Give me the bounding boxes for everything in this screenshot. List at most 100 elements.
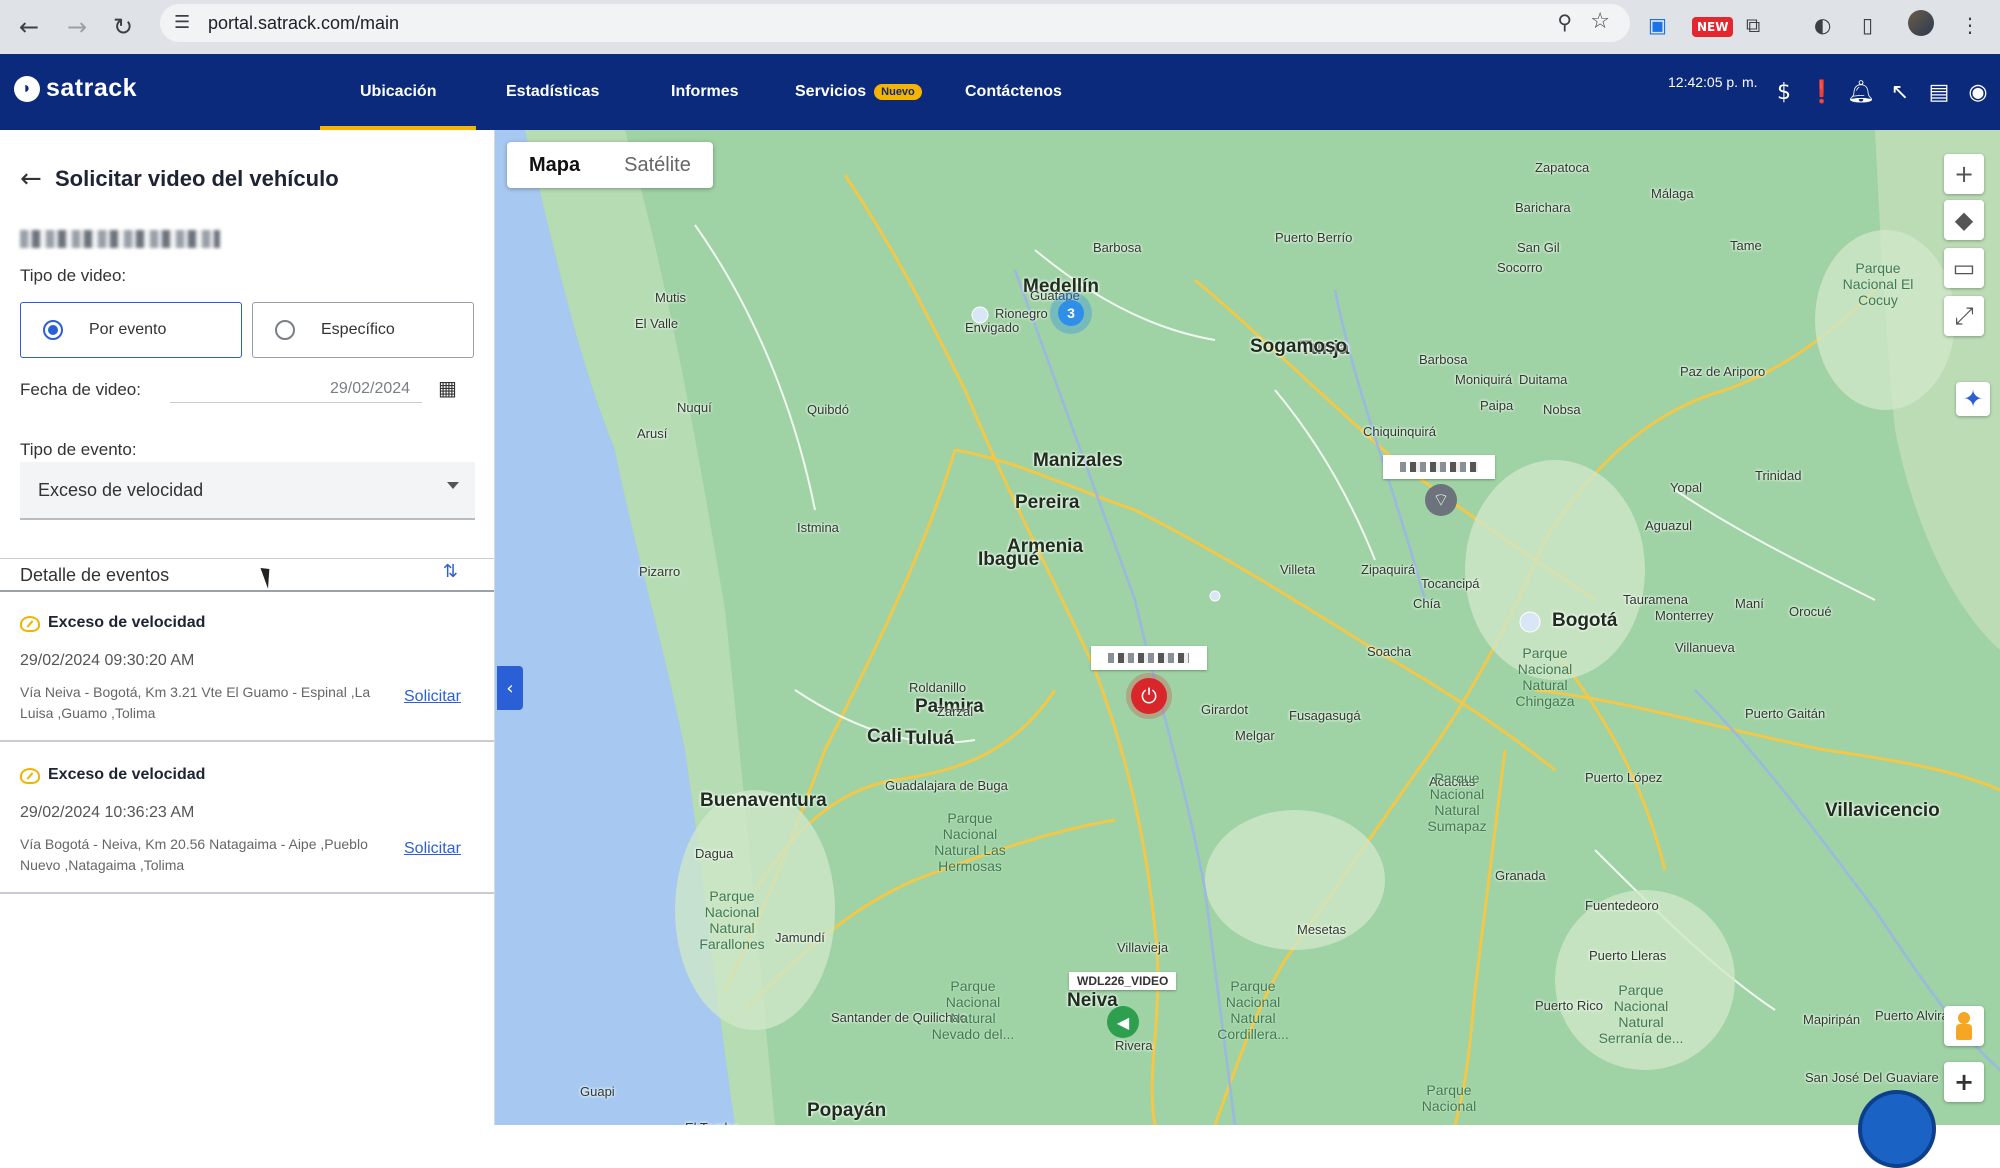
video-library-icon[interactable]: ▤ bbox=[1925, 78, 1953, 106]
map-city-label: Rivera bbox=[1115, 1038, 1153, 1053]
map-city-label: Zipaquirá bbox=[1361, 562, 1416, 577]
map-city-label: Ibagué bbox=[978, 549, 1040, 570]
map-city-label: Villanueva bbox=[1675, 640, 1735, 655]
new-extension-badge[interactable]: NEW bbox=[1692, 17, 1734, 37]
nav-contactenos[interactable]: Contáctenos bbox=[965, 54, 1062, 130]
map-city-label: Pereira bbox=[1015, 492, 1080, 513]
side-panel-icon[interactable]: ▯ bbox=[1862, 10, 1873, 40]
sort-icon[interactable]: ⇅ bbox=[443, 561, 458, 582]
map-city-label: Istmina bbox=[797, 520, 839, 535]
vehicle-cluster-marker[interactable]: 3 bbox=[1058, 300, 1084, 326]
event-type-select[interactable]: Exceso de velocidad bbox=[20, 462, 475, 520]
vehicle-label-redacted[interactable] bbox=[1091, 646, 1207, 670]
map-type-satelite[interactable]: Satélite bbox=[602, 142, 713, 188]
nav-informes[interactable]: Informes bbox=[671, 54, 739, 130]
alert-icon[interactable]: ❗ bbox=[1808, 78, 1836, 106]
vehicle-moving-marker-icon[interactable]: ◀ bbox=[1107, 1006, 1139, 1038]
site-settings-icon[interactable]: ☰ bbox=[174, 12, 190, 33]
map-view[interactable]: Mapa Satélite Medellín Bogotá Manizales Per… bbox=[495, 130, 2000, 1125]
dropdown-caret-icon bbox=[447, 482, 459, 489]
map-city-label: Puerto Gaitán bbox=[1745, 706, 1826, 721]
map-city-label: Mapiripán bbox=[1803, 1012, 1861, 1027]
ai-sparkle-icon[interactable]: ✦ bbox=[1956, 382, 1990, 416]
map-city-label: Buenaventura bbox=[700, 790, 827, 811]
map-city-label: Barbosa bbox=[1419, 352, 1468, 367]
vehicle-label-redacted[interactable] bbox=[1383, 455, 1495, 479]
forward-icon[interactable]: → bbox=[60, 10, 94, 44]
map-city-label: Roldanillo bbox=[909, 680, 967, 695]
map-park-label: Parque Nacional Natural Serranía de... bbox=[1598, 982, 1684, 1046]
dollar-icon[interactable]: $ bbox=[1770, 78, 1798, 106]
speed-gauge-icon bbox=[20, 616, 40, 632]
map-city-label: Tame bbox=[1730, 238, 1762, 253]
ruler-icon[interactable]: ▭ bbox=[1944, 248, 1984, 288]
back-icon[interactable]: ← bbox=[12, 10, 46, 44]
profile-avatar[interactable] bbox=[1908, 10, 1934, 36]
map-city-label: Monterrey bbox=[1655, 608, 1714, 623]
date-field[interactable]: 29/02/2024 bbox=[330, 380, 410, 398]
back-arrow-icon[interactable]: ← bbox=[20, 164, 42, 194]
map-zoom-plus-button[interactable]: + bbox=[1944, 1062, 1984, 1102]
chat-support-icon[interactable] bbox=[1858, 1090, 1936, 1168]
layers-icon[interactable]: ◆ bbox=[1944, 200, 1984, 240]
vehicle-power-off-marker-icon[interactable]: ⏻ bbox=[1131, 678, 1167, 714]
pointer-icon[interactable]: ↖ bbox=[1886, 78, 1914, 106]
url-text[interactable]: portal.satrack.com/main bbox=[208, 13, 399, 34]
radio-selected-icon bbox=[43, 320, 63, 340]
vehicle-label-green[interactable]: WDL226_VIDEO bbox=[1069, 972, 1177, 990]
map-city-label: Barichara bbox=[1515, 200, 1571, 215]
reload-icon[interactable]: ↻ bbox=[106, 10, 140, 44]
vehicle-offline-marker-icon[interactable]: ⌔ bbox=[1425, 484, 1457, 516]
map-city-label: Yopal bbox=[1670, 480, 1703, 495]
browser-toolbar: ← → ↻ ☰ portal.satrack.com/main ⚲ ☆ ▣ NE… bbox=[0, 0, 2000, 54]
map-city-label: El Tambo bbox=[685, 1120, 739, 1125]
nav-ubicacion[interactable]: Ubicación bbox=[319, 54, 478, 130]
map-city-label: Zapatoca bbox=[1535, 160, 1590, 175]
address-bar[interactable]: ☰ portal.satrack.com/main ⚲ ☆ bbox=[160, 4, 1630, 42]
map-city-label: Bogotá bbox=[1552, 610, 1618, 631]
translate-extension-icon[interactable]: ▣ bbox=[1648, 10, 1667, 40]
nuevo-badge: Nuevo bbox=[874, 84, 922, 100]
app-header: ◗ satrack Ubicación Estadísticas Informe… bbox=[0, 54, 2000, 130]
radio-por-evento[interactable]: Por evento bbox=[20, 302, 242, 358]
radio-especifico[interactable]: Específico bbox=[252, 302, 474, 358]
map-city-label: Duitama bbox=[1519, 372, 1568, 387]
date-field-underline bbox=[170, 402, 422, 403]
map-city-label: Moniquirá bbox=[1455, 372, 1513, 387]
extensions-puzzle-icon[interactable]: ⧉ bbox=[1746, 10, 1760, 40]
map-type-mapa[interactable]: Mapa bbox=[507, 142, 602, 188]
calendar-icon[interactable]: ▦ bbox=[438, 376, 457, 400]
browser-menu-icon[interactable]: ⋮ bbox=[1960, 10, 1980, 40]
map-city-label: Cali bbox=[867, 726, 902, 747]
solicitar-link[interactable]: Solicitar bbox=[404, 688, 461, 706]
map-city-label: Arusí bbox=[637, 426, 668, 441]
nav-servicios[interactable]: Servicios Nuevo bbox=[795, 54, 922, 130]
satrack-logo-mark-icon: ◗ bbox=[14, 75, 40, 102]
bookmark-star-icon[interactable]: ☆ bbox=[1590, 9, 1610, 34]
collapse-panel-button[interactable]: ‹ bbox=[497, 666, 523, 710]
map-city-label: Quibdó bbox=[807, 402, 849, 417]
map-city-label: Zarzal bbox=[937, 704, 974, 719]
map-city-label: Tauramena bbox=[1623, 592, 1689, 607]
header-clock: 12:42:05 p. m. bbox=[1668, 74, 1758, 90]
map-city-label: Rionegro bbox=[995, 306, 1048, 321]
bell-icon[interactable]: 🔔︎ bbox=[1847, 78, 1875, 106]
solicitar-link[interactable]: Solicitar bbox=[404, 840, 461, 858]
map-park-label: Parque Nacional Natural Las Hermosas bbox=[934, 810, 1006, 874]
street-view-pegman-icon[interactable] bbox=[1944, 1006, 1984, 1046]
zoom-icon[interactable]: ⚲ bbox=[1557, 10, 1572, 34]
map-city-label: Paipa bbox=[1480, 398, 1514, 413]
video-type-label: Tipo de video: bbox=[20, 266, 127, 285]
satrack-logo[interactable]: ◗ satrack bbox=[14, 74, 137, 103]
map-city-label: Fuentedeoro bbox=[1585, 898, 1659, 913]
speed-extension-icon[interactable]: ◐ bbox=[1814, 10, 1831, 40]
event-type-label: Tipo de evento: bbox=[20, 440, 137, 459]
map-city-label: Villavieja bbox=[1117, 940, 1169, 955]
nav-estadisticas[interactable]: Estadísticas bbox=[506, 54, 599, 130]
zoom-in-button[interactable]: + bbox=[1944, 154, 1984, 194]
map-background bbox=[495, 130, 2000, 1125]
user-account-icon[interactable]: ◉ bbox=[1964, 78, 1992, 106]
map-city-label: Sogamoso bbox=[1250, 336, 1348, 357]
map-city-label: Aguazul bbox=[1645, 518, 1692, 533]
fullscreen-icon[interactable]: ⤢ bbox=[1944, 296, 1984, 336]
